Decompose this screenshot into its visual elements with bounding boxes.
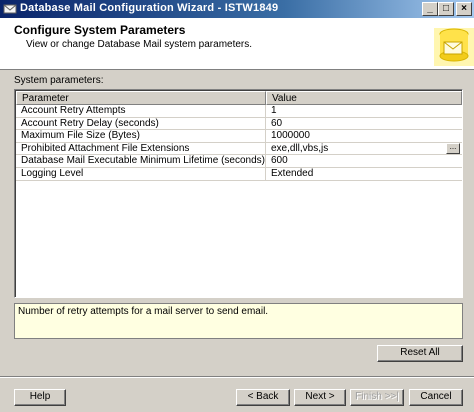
value-text: exe,dll,vbs,js xyxy=(271,142,329,154)
maximize-button[interactable]: □ xyxy=(438,2,454,16)
grid-header: Parameter Value xyxy=(16,91,462,105)
value-cell[interactable]: 60 xyxy=(266,118,462,130)
parameter-description: Number of retry attempts for a mail serv… xyxy=(14,303,463,339)
footer-separator xyxy=(0,376,474,378)
value-cell[interactable]: 600 xyxy=(266,155,462,167)
column-header-parameter[interactable]: Parameter xyxy=(16,91,266,105)
help-button[interactable]: Help xyxy=(14,389,66,406)
page-subtitle: View or change Database Mail system para… xyxy=(26,39,253,50)
grid-row-prohibited-extensions[interactable]: Prohibited Attachment File Extensions ex… xyxy=(16,142,462,156)
close-button[interactable]: × xyxy=(456,2,472,16)
page-title: Configure System Parameters xyxy=(14,23,186,37)
mail-envelope-icon xyxy=(3,4,17,14)
grid-rows: Account Retry Attempts 1 Account Retry D… xyxy=(16,105,462,181)
grid-row-executable-minimum-lifetime[interactable]: Database Mail Executable Minimum Lifetim… xyxy=(16,155,462,168)
value-cell[interactable]: 1000000 xyxy=(266,130,462,142)
column-header-value[interactable]: Value xyxy=(266,91,462,105)
system-parameters-label: System parameters: xyxy=(14,75,104,86)
parameter-cell[interactable]: Database Mail Executable Minimum Lifetim… xyxy=(16,155,266,167)
minimize-button[interactable]: _ xyxy=(422,2,438,16)
parameter-cell[interactable]: Maximum File Size (Bytes) xyxy=(16,130,266,142)
parameter-cell[interactable]: Logging Level xyxy=(16,167,266,180)
parameter-cell[interactable]: Prohibited Attachment File Extensions xyxy=(16,142,266,155)
database-mail-icon xyxy=(434,28,474,66)
system-parameters-grid[interactable]: Parameter Value Account Retry Attempts 1… xyxy=(14,89,463,298)
grid-row-account-retry-attempts[interactable]: Account Retry Attempts 1 xyxy=(16,105,462,118)
grid-row-account-retry-delay[interactable]: Account Retry Delay (seconds) 60 xyxy=(16,117,462,131)
ellipsis-button[interactable]: ... xyxy=(446,142,460,154)
value-cell[interactable]: Extended xyxy=(266,168,462,180)
wizard-header: Configure System Parameters View or chan… xyxy=(0,18,474,70)
grid-row-maximum-file-size[interactable]: Maximum File Size (Bytes) 1000000 xyxy=(16,130,462,143)
next-button[interactable]: Next > xyxy=(294,389,346,406)
window-title: Database Mail Configuration Wizard - IST… xyxy=(20,2,279,14)
reset-all-button[interactable]: Reset All xyxy=(377,345,463,362)
grid-row-logging-level[interactable]: Logging Level Extended xyxy=(16,167,462,181)
value-cell[interactable]: exe,dll,vbs,js ... xyxy=(266,142,462,155)
cancel-button[interactable]: Cancel xyxy=(409,389,463,406)
parameter-cell[interactable]: Account Retry Delay (seconds) xyxy=(16,117,266,130)
value-cell[interactable]: 1 xyxy=(266,105,462,117)
back-button[interactable]: < Back xyxy=(236,389,290,406)
parameter-cell[interactable]: Account Retry Attempts xyxy=(16,105,266,117)
finish-button[interactable]: Finish >>| xyxy=(350,389,404,406)
title-bar[interactable]: Database Mail Configuration Wizard - IST… xyxy=(0,0,474,18)
